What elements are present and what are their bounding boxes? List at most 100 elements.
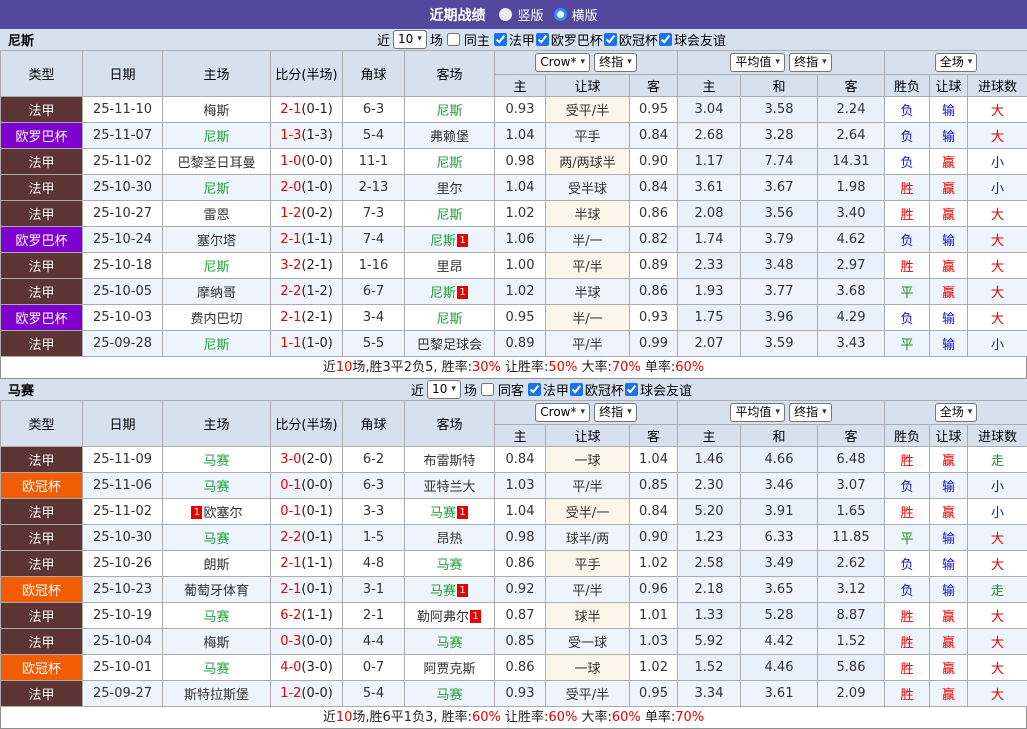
league-filter[interactable]: 欧冠杯 [603, 30, 658, 49]
result-wl: 负 [884, 122, 931, 149]
crow-company-select[interactable]: Crow* ▾ [535, 53, 591, 72]
full-match-select[interactable]: 全场 ▾ [934, 53, 978, 72]
away-team-name: 巴黎足球会 [416, 338, 482, 353]
avg-away-odds: 11.85 [817, 524, 886, 551]
match-row: 法甲 25-10-18 尼斯 3-2(2-1) 1-16 里昂 1.00 平/半… [0, 252, 1027, 279]
red-card-badge: 1 [457, 234, 468, 247]
crow-away-odds: 0.90 [628, 524, 679, 551]
horizontal-radio-label: 横版 [571, 9, 598, 24]
league-badge: 欧罗巴杯 [0, 122, 83, 149]
final-index-select[interactable]: 终指 ▾ [594, 403, 637, 422]
result-group-header: 全场 ▾ [884, 50, 1027, 75]
chevron-down-icon: ▾ [627, 57, 632, 67]
result-handicap: 输 [929, 550, 969, 577]
near-label: 近 [377, 34, 391, 49]
full-score: 4-0 [280, 660, 302, 675]
corner-score: 2-1 [342, 602, 405, 629]
avg-draw-odds: 3.28 [740, 122, 819, 149]
avg-draw-odds: 4.46 [740, 654, 819, 681]
half-score: (0-0) [301, 478, 333, 493]
league-filter[interactable]: 欧罗巴杯 [535, 30, 603, 49]
full-score: 2-2 [280, 284, 302, 299]
match-count-select[interactable]: 10 ▾ [393, 30, 427, 49]
league-badge: 法甲 [0, 680, 83, 707]
league-filter[interactable]: 欧冠杯 [569, 380, 624, 399]
league-label: 球会友谊 [639, 383, 692, 399]
away-team-name: 布雷斯特 [423, 454, 476, 469]
league-filter[interactable]: 法甲 [527, 380, 569, 399]
crow-group-header: Crow* ▾ 终指 ▾ [493, 50, 679, 75]
crow-away-odds: 0.96 [628, 576, 679, 603]
corner-score: 3-4 [342, 304, 405, 331]
avg-draw-odds: 3.49 [740, 550, 819, 577]
league-checkbox[interactable] [569, 382, 583, 396]
match-row: 欧冠杯 25-10-23 葡萄牙体育 2-1(0-1) 3-1 马赛 1 0.92… [0, 576, 1027, 603]
away-team: 马赛 1 [404, 576, 495, 603]
average-select[interactable]: 平均值 ▾ [730, 53, 785, 72]
crow-home-odds: 1.02 [494, 278, 546, 305]
crow-handicap: 受平/半 [545, 96, 630, 123]
league-checkbox[interactable] [535, 32, 549, 46]
col-corner: 角球 [342, 50, 405, 97]
away-team: 尼斯 [404, 96, 495, 123]
avg-home-odds: 2.30 [677, 472, 742, 499]
same-home-checkbox[interactable] [446, 33, 460, 46]
league-checkbox[interactable] [603, 32, 617, 46]
red-card-badge: 1 [457, 506, 468, 519]
league-filter[interactable]: 法甲 [493, 30, 535, 49]
league-filter[interactable]: 球会友谊 [624, 380, 692, 399]
league-badge: 法甲 [0, 498, 83, 525]
full-score: 2-1 [280, 582, 302, 597]
col-away: 客场 [404, 50, 495, 97]
final-index-select[interactable]: 终指 ▾ [594, 53, 637, 72]
half-score: (0-1) [301, 530, 333, 545]
chevron-down-icon: ▾ [967, 407, 973, 417]
away-team-name: 尼斯 [429, 286, 456, 301]
filter-bar-marseille: 近 10 ▾ 场 同客 法甲 欧冠杯 球会友谊 [411, 380, 692, 400]
avg-home-odds: 2.33 [677, 252, 742, 279]
average-group-header: 平均值 ▾ 终指 ▾ [677, 50, 886, 75]
same-away-checkbox[interactable] [480, 383, 494, 396]
radio-unselected-icon[interactable] [553, 8, 567, 21]
home-team: 尼斯 [162, 252, 271, 279]
layout-horizontal-radio[interactable]: 横版 [553, 5, 598, 24]
match-row: 欧罗巴杯 25-10-24 塞尔塔 2-1(1-1) 7-4 尼斯 1 1.06 … [0, 226, 1027, 253]
match-count-select[interactable]: 10 ▾ [427, 380, 461, 399]
summary-segment: 单率: [640, 710, 676, 725]
match-date: 25-10-04 [82, 628, 163, 655]
full-match-select[interactable]: 全场 ▾ [934, 403, 978, 422]
avg-away-odds: 3.40 [817, 200, 886, 227]
avg-home-odds: 2.68 [677, 122, 742, 149]
result-goals: 大 [967, 680, 1027, 707]
summary-segment: 70% [675, 710, 705, 725]
result-handicap: 赢 [929, 148, 969, 175]
final-index-select-2[interactable]: 终指 ▾ [789, 403, 832, 422]
league-checkbox[interactable] [527, 382, 541, 396]
full-score: 2-2 [280, 530, 302, 545]
score-cell: 2-1(0-1) [270, 96, 343, 123]
league-checkbox[interactable] [624, 382, 638, 396]
full-score: 0-3 [280, 634, 302, 649]
summary-segment: 30% [471, 360, 501, 375]
home-team-name: 巴黎圣日耳曼 [177, 156, 256, 171]
home-team: 马赛 [162, 446, 271, 473]
match-date: 25-10-05 [82, 278, 163, 305]
radio-selected-icon[interactable] [499, 8, 513, 21]
crow-handicap: 一球 [545, 654, 630, 681]
final-index-select-2[interactable]: 终指 ▾ [789, 53, 832, 72]
result-wl: 负 [884, 472, 931, 499]
avg-away-odds: 8.87 [817, 602, 886, 629]
result-wl: 负 [884, 148, 931, 175]
layout-vertical-radio[interactable]: 竖版 [499, 5, 544, 24]
league-filter[interactable]: 球会友谊 [658, 30, 726, 49]
match-date: 25-10-03 [82, 304, 163, 331]
match-date: 25-10-26 [82, 550, 163, 577]
crow-company-select[interactable]: Crow* ▾ [535, 403, 591, 422]
league-checkbox[interactable] [493, 32, 507, 46]
result-goals: 大 [967, 278, 1027, 305]
chevron-down-icon: ▾ [580, 407, 586, 417]
average-select[interactable]: 平均值 ▾ [730, 403, 785, 422]
league-filter-group: 法甲 欧冠杯 球会友谊 [527, 380, 692, 400]
result-goals: 小 [967, 148, 1027, 175]
league-checkbox[interactable] [658, 32, 672, 46]
